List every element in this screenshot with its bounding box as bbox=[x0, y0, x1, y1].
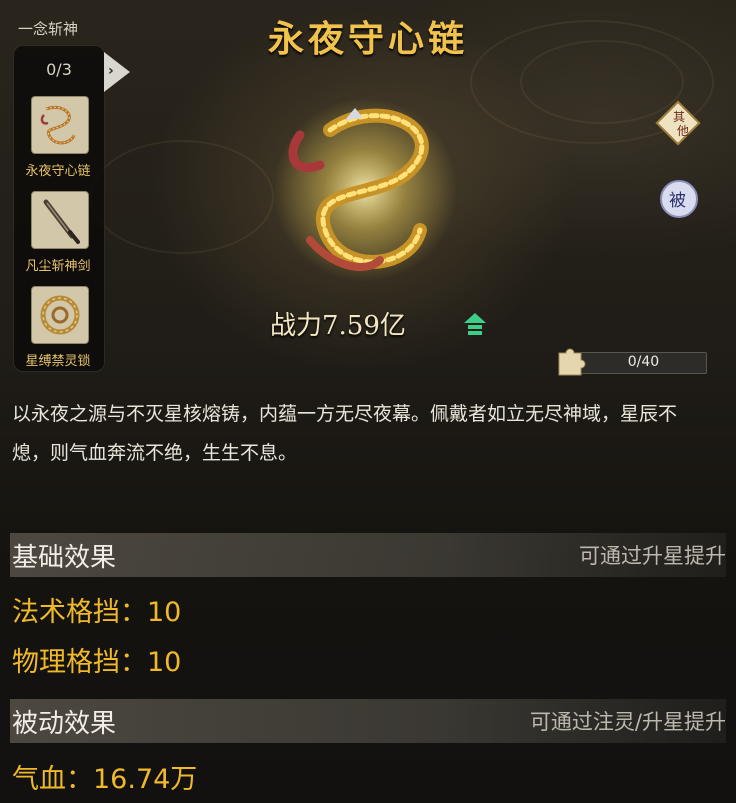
chain-icon bbox=[40, 106, 76, 145]
other-button[interactable]: 其 他 bbox=[655, 100, 701, 146]
slot-lock[interactable] bbox=[31, 286, 89, 344]
artifact-chain-image bbox=[273, 98, 457, 282]
slot-label-sword: 凡尘斩神剑 bbox=[25, 259, 91, 274]
other-button-label-2: 他 bbox=[677, 124, 689, 138]
basic-effects-title: 基础效果 bbox=[12, 543, 117, 573]
passive-button[interactable]: 被 bbox=[658, 178, 700, 220]
basic-effects-header: 基础效果 可通过升星提升 bbox=[10, 533, 726, 577]
slot-label-lock: 星缚禁灵锁 bbox=[25, 354, 91, 369]
puzzle-shard-icon bbox=[558, 348, 586, 376]
slot-label-chain: 永夜守心链 bbox=[25, 164, 91, 179]
passive-effects-hint: 可通过注灵/升星提升 bbox=[529, 710, 726, 734]
passive-button-label: 被 bbox=[669, 191, 686, 211]
item-description: 以永夜之源与不灭星核熔铸，内蕴一方无尽夜幕。佩戴者如立无尽神域，星辰不熄，则气血… bbox=[12, 403, 678, 464]
chevron-right-icon: › bbox=[108, 63, 114, 79]
bg-cloud-pattern bbox=[90, 140, 274, 254]
power-up-icon bbox=[464, 313, 486, 335]
shard-progress-text: 0/40 bbox=[627, 354, 660, 370]
stat-hp: 气血：16.74万 bbox=[12, 764, 198, 795]
lock-ring-icon bbox=[40, 295, 80, 335]
combat-power: 战力7.59亿 bbox=[270, 311, 406, 341]
passive-effects-title: 被动效果 bbox=[12, 709, 117, 739]
shard-progress-bar: 0/40 bbox=[580, 352, 707, 374]
stat-magic-block: 法术格挡：10 bbox=[12, 597, 182, 628]
set-count: 0/3 bbox=[46, 60, 72, 79]
sword-icon bbox=[43, 199, 80, 244]
slot-chain[interactable] bbox=[31, 96, 89, 154]
stat-physical-block: 物理格挡：10 bbox=[12, 647, 182, 678]
passive-effects-header: 被动效果 可通过注灵/升星提升 bbox=[10, 699, 726, 743]
slot-sword[interactable] bbox=[31, 191, 89, 249]
other-button-label-1: 其 bbox=[673, 110, 685, 124]
basic-effects-hint: 可通过升星提升 bbox=[579, 544, 726, 568]
